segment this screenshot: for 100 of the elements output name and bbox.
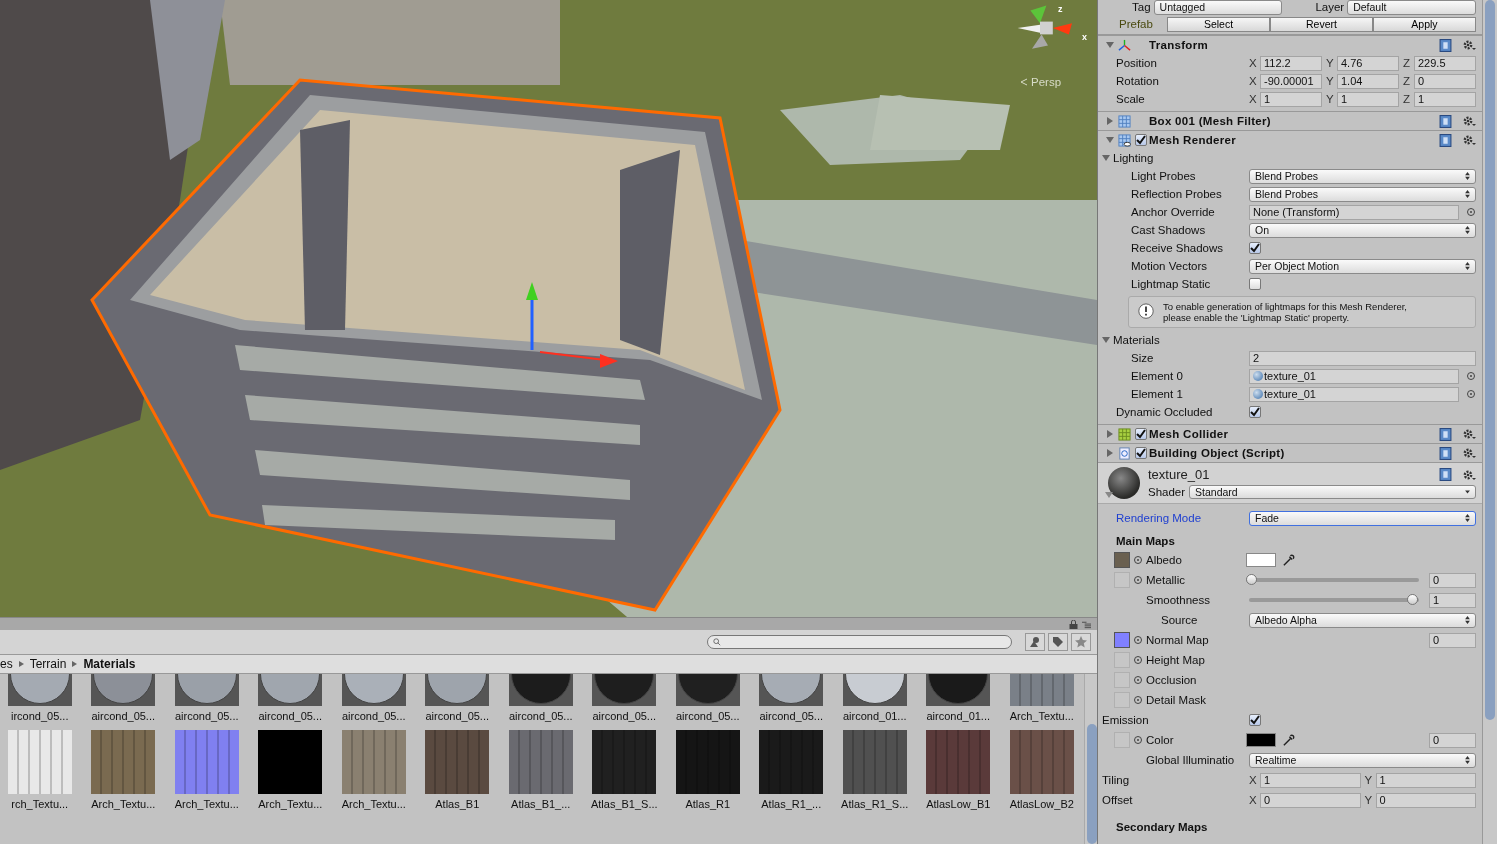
dropdown[interactable]: Realtime xyxy=(1249,752,1476,768)
object-picker-icon[interactable] xyxy=(1133,735,1143,745)
number-field[interactable]: 2 xyxy=(1249,350,1476,366)
number-field[interactable]: 0 xyxy=(1429,732,1476,748)
help-icon[interactable] xyxy=(1439,114,1452,128)
number-field[interactable]: 0 xyxy=(1429,632,1476,648)
dropdown[interactable]: Blend Probes xyxy=(1249,186,1476,202)
dropdown[interactable]: On xyxy=(1249,222,1476,238)
settings-icon[interactable] xyxy=(1462,428,1476,440)
number-field[interactable]: 1 xyxy=(1429,592,1476,608)
help-icon[interactable] xyxy=(1439,38,1452,52)
object-field[interactable]: texture_01 xyxy=(1249,368,1459,384)
number-field[interactable]: 1 xyxy=(1260,91,1322,107)
checkbox[interactable] xyxy=(1249,242,1261,254)
checkbox[interactable] xyxy=(1249,406,1261,418)
asset-thumbnail[interactable] xyxy=(675,730,740,794)
slider-thumb[interactable] xyxy=(1407,594,1418,605)
chevron-icon xyxy=(1020,78,1028,86)
number-field[interactable]: 229.5 xyxy=(1414,55,1476,71)
settings-icon[interactable] xyxy=(1462,115,1476,127)
number-field[interactable]: 0 xyxy=(1375,792,1476,808)
prefab-button[interactable]: Apply xyxy=(1373,16,1476,32)
checkbox[interactable] xyxy=(1249,714,1261,726)
asset-thumbnail[interactable] xyxy=(341,730,406,794)
help-icon[interactable] xyxy=(1439,427,1452,441)
object-picker-icon[interactable] xyxy=(1466,207,1476,217)
favorites-button[interactable] xyxy=(1071,633,1091,651)
section-label[interactable]: Lighting xyxy=(1113,152,1257,164)
checkbox[interactable] xyxy=(1249,278,1261,290)
scrollbar[interactable] xyxy=(1482,0,1497,844)
asset-thumbnail[interactable] xyxy=(759,730,824,794)
foldout-arrow-icon[interactable] xyxy=(1106,136,1114,144)
help-icon[interactable] xyxy=(1439,446,1452,460)
number-field[interactable]: 1.04 xyxy=(1337,73,1399,89)
number-field[interactable]: 0 xyxy=(1260,792,1361,808)
dropdown[interactable]: Default xyxy=(1347,0,1476,15)
section-label[interactable]: Materials xyxy=(1113,334,1257,346)
settings-icon[interactable] xyxy=(1462,447,1476,459)
breadcrumb-item[interactable]: Materials xyxy=(83,657,136,671)
scrollbar-thumb[interactable] xyxy=(1086,724,1097,844)
asset-thumbnail[interactable] xyxy=(1009,730,1074,794)
settings-icon[interactable] xyxy=(1462,468,1476,481)
number-field[interactable]: 0 xyxy=(1429,572,1476,588)
foldout-arrow-icon[interactable] xyxy=(1106,430,1114,438)
asset-thumbnail[interactable] xyxy=(926,730,991,794)
foldout-arrow-icon[interactable] xyxy=(1106,449,1114,457)
foldout-arrow-icon[interactable] xyxy=(1105,491,1113,499)
number-field[interactable]: -90.00001 xyxy=(1260,73,1322,89)
filter-by-label-button[interactable] xyxy=(1048,633,1068,651)
help-icon[interactable] xyxy=(1439,133,1452,147)
foldout-arrow-icon[interactable] xyxy=(1102,154,1110,162)
asset-thumbnail[interactable] xyxy=(258,730,323,794)
dropdown[interactable]: Blend Probes xyxy=(1249,168,1476,184)
settings-icon[interactable] xyxy=(1462,134,1476,146)
asset-thumbnail[interactable] xyxy=(592,730,657,794)
help-icon[interactable] xyxy=(1439,468,1452,481)
breadcrumb-item[interactable]: es xyxy=(0,657,13,671)
filter-by-type-button[interactable] xyxy=(1025,633,1045,651)
asset-thumbnail[interactable] xyxy=(91,730,156,794)
prefab-button[interactable]: Select xyxy=(1167,16,1270,32)
prefab-button[interactable]: Revert xyxy=(1270,16,1373,32)
foldout-arrow-icon[interactable] xyxy=(1102,336,1110,344)
number-field[interactable]: 0 xyxy=(1414,73,1476,89)
eyedropper-icon[interactable] xyxy=(1282,733,1295,747)
foldout-arrow-icon[interactable] xyxy=(1106,117,1114,125)
dropdown[interactable]: Per Object Motion xyxy=(1249,258,1476,274)
asset-thumbnail[interactable] xyxy=(425,730,490,794)
asset-name: aircond_01... xyxy=(926,710,991,722)
color-swatch[interactable] xyxy=(1246,733,1276,747)
object-field[interactable]: texture_01 xyxy=(1249,386,1459,402)
checkbox[interactable] xyxy=(1135,447,1147,459)
color-swatch[interactable] xyxy=(1246,553,1276,567)
object-field[interactable]: None (Transform) xyxy=(1249,204,1459,220)
slider-thumb[interactable] xyxy=(1246,574,1257,585)
dropdown[interactable]: Fade xyxy=(1249,510,1476,526)
number-field[interactable]: 112.2 xyxy=(1260,55,1322,71)
settings-icon[interactable] xyxy=(1462,39,1476,51)
eyedropper-icon[interactable] xyxy=(1282,553,1295,567)
shader-dropdown[interactable]: Standard xyxy=(1189,485,1476,499)
dropdown[interactable]: Untagged xyxy=(1153,0,1283,15)
number-field[interactable]: 4.76 xyxy=(1337,55,1399,71)
asset-thumbnail[interactable] xyxy=(842,730,907,794)
search-field[interactable] xyxy=(707,635,1012,649)
asset-thumbnail[interactable] xyxy=(174,730,239,794)
checkbox[interactable] xyxy=(1135,134,1147,146)
checkbox[interactable] xyxy=(1135,428,1147,440)
asset-thumbnail[interactable] xyxy=(7,730,72,794)
lock-icon[interactable] xyxy=(1069,619,1078,629)
texture-slot[interactable] xyxy=(1114,632,1130,648)
scrollbar[interactable] xyxy=(1083,674,1097,844)
breadcrumb-item[interactable]: Terrain xyxy=(29,657,67,671)
scrollbar-thumb[interactable] xyxy=(1485,0,1495,720)
dropdown[interactable]: Albedo Alpha xyxy=(1249,612,1476,628)
foldout-arrow-icon[interactable] xyxy=(1106,41,1114,49)
number-field[interactable]: 1 xyxy=(1260,772,1361,788)
number-field[interactable]: 1 xyxy=(1414,91,1476,107)
asset-thumbnail[interactable] xyxy=(508,730,573,794)
number-field[interactable]: 1 xyxy=(1375,772,1476,788)
number-field[interactable]: 1 xyxy=(1337,91,1399,107)
menu-icon[interactable] xyxy=(1082,619,1091,629)
